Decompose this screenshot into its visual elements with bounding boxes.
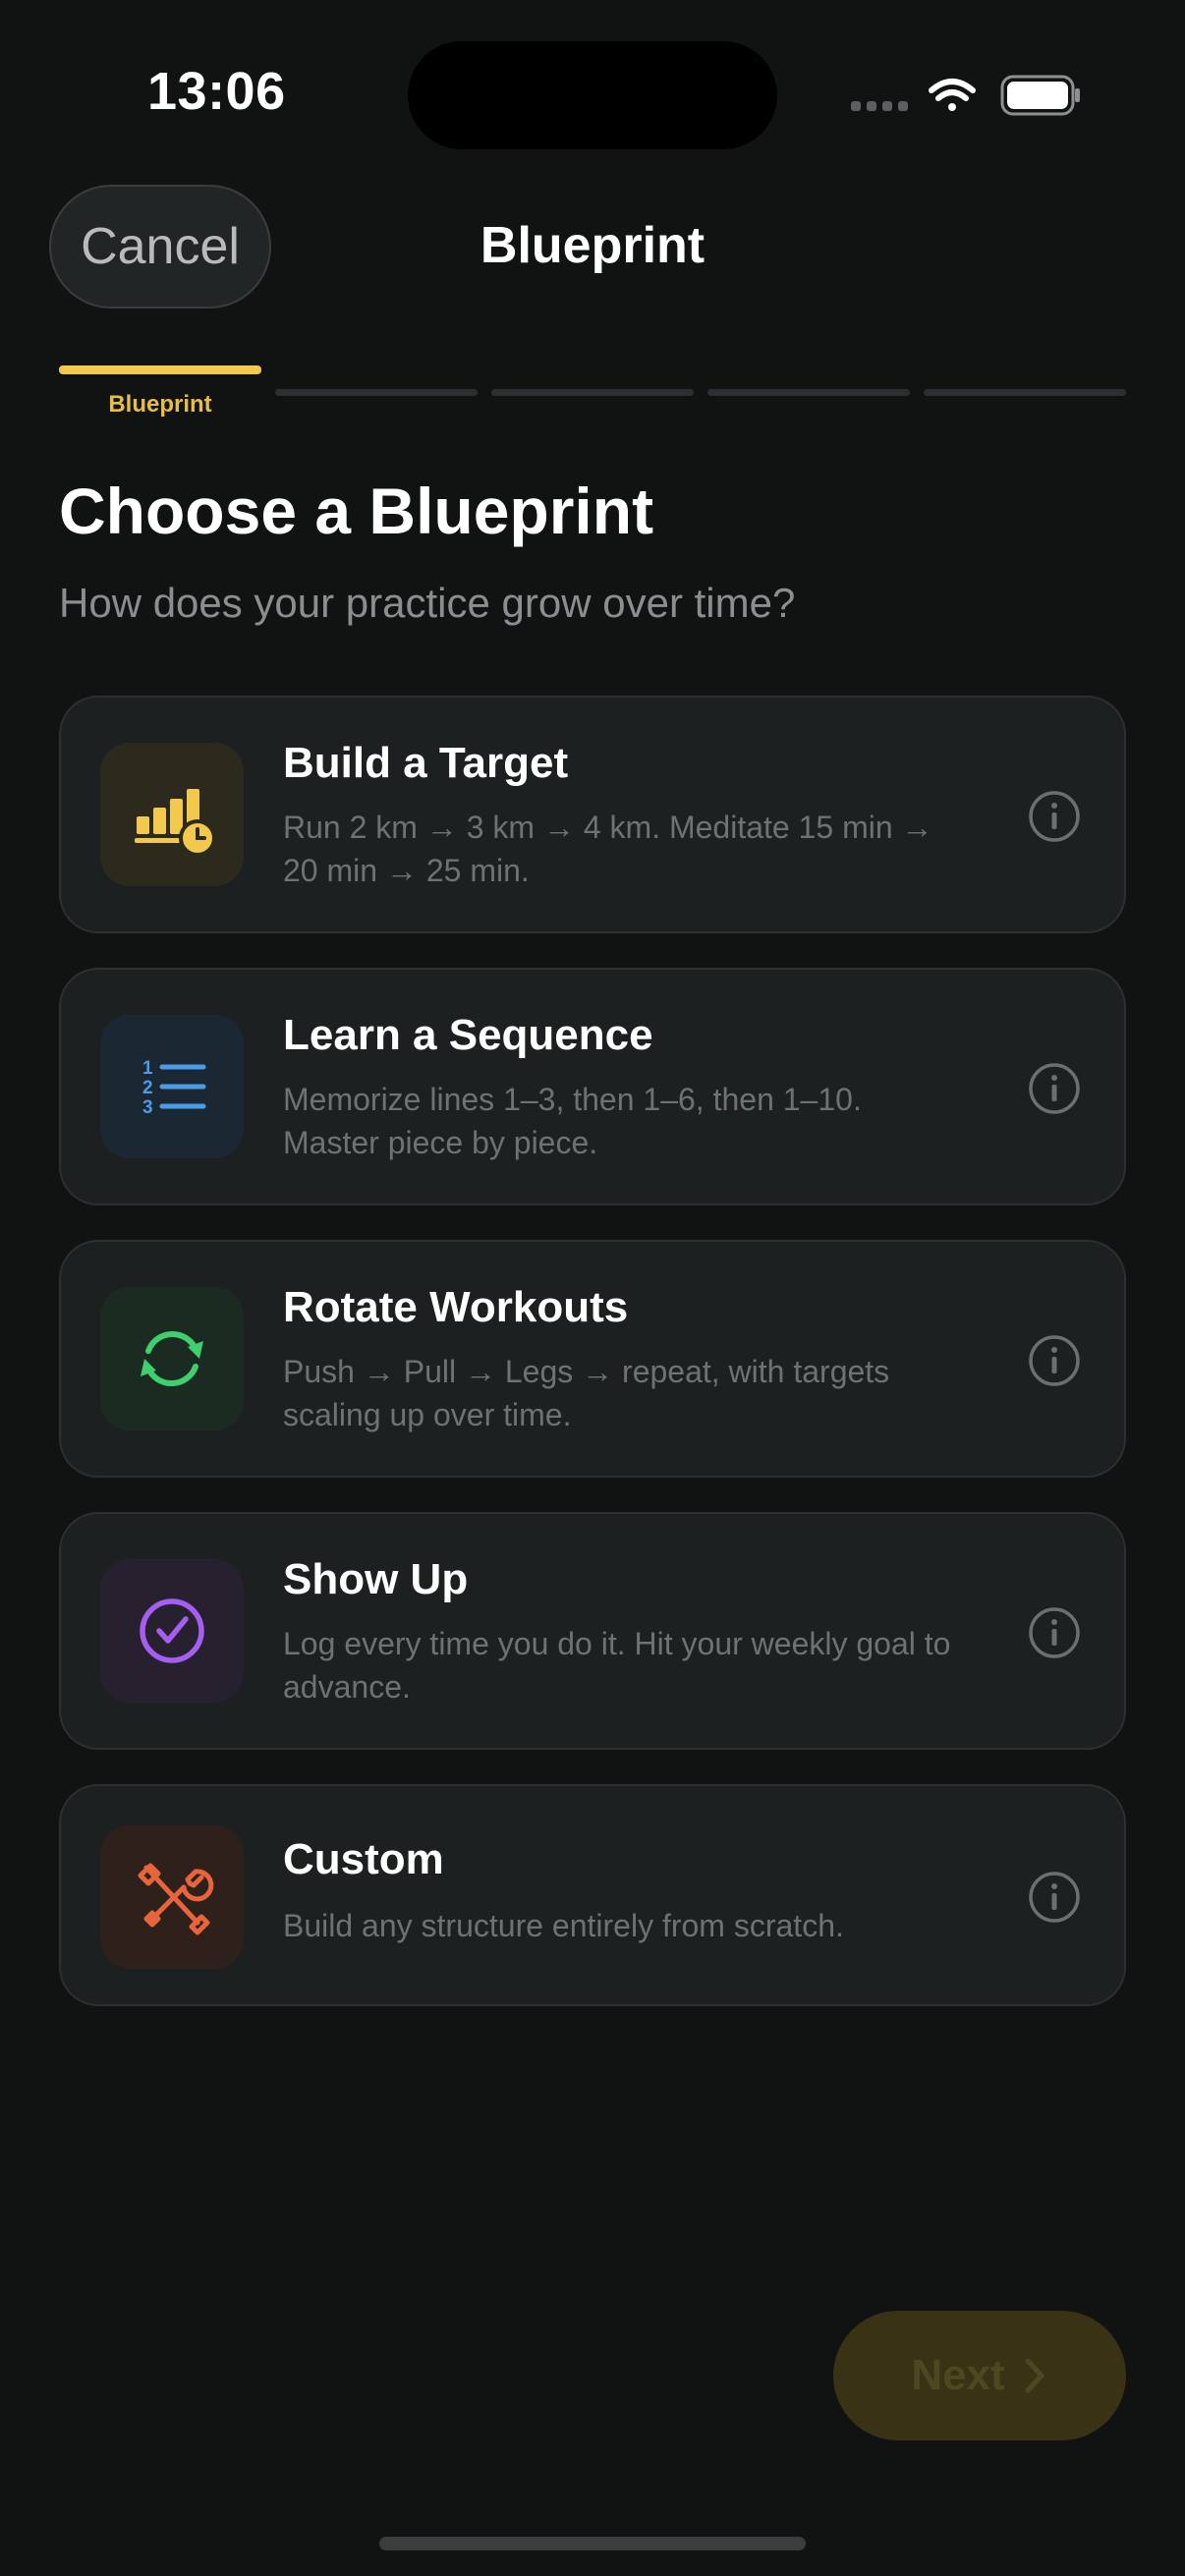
page-title: Blueprint bbox=[480, 217, 705, 274]
rotate-arrows-icon bbox=[100, 1287, 244, 1430]
next-label: Next bbox=[911, 2351, 1005, 2399]
progress-segment-3 bbox=[491, 389, 694, 396]
info-icon[interactable] bbox=[1028, 1334, 1081, 1387]
blueprint-option-build-target[interactable]: Build a Target Run 2 km → 3 km → 4 km. M… bbox=[59, 696, 1126, 933]
blueprint-option-rotate-workouts[interactable]: Rotate Workouts Push → Pull → Legs → rep… bbox=[59, 1240, 1126, 1478]
info-icon[interactable] bbox=[1028, 1062, 1081, 1115]
info-icon[interactable] bbox=[1028, 1871, 1081, 1924]
svg-text:1: 1 bbox=[142, 1058, 153, 1079]
progress-step-label: Blueprint bbox=[108, 391, 212, 418]
info-icon[interactable] bbox=[1028, 1606, 1081, 1659]
check-circle-icon bbox=[100, 1559, 244, 1703]
progress-segment-2 bbox=[275, 389, 478, 396]
progress-segment-5 bbox=[924, 389, 1126, 396]
bar-chart-clock-icon bbox=[100, 743, 244, 886]
blueprint-option-custom[interactable]: Custom Build any structure entirely from… bbox=[59, 1784, 1126, 2006]
signal-icon bbox=[851, 101, 908, 111]
info-icon[interactable] bbox=[1028, 790, 1081, 843]
option-title: Learn a Sequence bbox=[283, 1011, 653, 1059]
battery-icon bbox=[1000, 75, 1080, 116]
next-button[interactable]: Next bbox=[833, 2311, 1126, 2440]
wifi-icon bbox=[929, 79, 976, 111]
option-title: Custom bbox=[283, 1835, 444, 1883]
progress-segment-1 bbox=[59, 365, 261, 374]
option-description: Run 2 km → 3 km → 4 km. Meditate 15 min … bbox=[283, 810, 933, 888]
option-description: Memorize lines 1–3, then 1–6, then 1–10.… bbox=[283, 1082, 862, 1160]
blueprint-option-show-up[interactable]: Show Up Log every time you do it. Hit yo… bbox=[59, 1512, 1126, 1750]
option-description: Log every time you do it. Hit your weekl… bbox=[283, 1626, 951, 1705]
status-time: 13:06 bbox=[147, 62, 286, 121]
section-subheading: How does your practice grow over time? bbox=[59, 580, 796, 626]
option-description: Push → Pull → Legs → repeat, with target… bbox=[283, 1354, 890, 1432]
section-heading: Choose a Blueprint bbox=[59, 475, 654, 547]
blueprint-option-learn-sequence[interactable]: 1 2 3 Learn a Sequence Memorize lines 1–… bbox=[59, 968, 1126, 1205]
status-icons bbox=[847, 71, 1083, 120]
dynamic-island bbox=[408, 41, 777, 149]
numbered-list-icon: 1 2 3 bbox=[100, 1015, 244, 1158]
chevron-right-icon bbox=[1025, 2358, 1044, 2393]
progress-segment-4 bbox=[707, 389, 910, 396]
option-title: Rotate Workouts bbox=[283, 1283, 629, 1331]
svg-text:3: 3 bbox=[142, 1097, 153, 1118]
tools-icon bbox=[100, 1825, 244, 1969]
option-title: Build a Target bbox=[283, 739, 569, 787]
svg-text:2: 2 bbox=[142, 1078, 153, 1098]
home-indicator bbox=[379, 2537, 806, 2550]
option-title: Show Up bbox=[283, 1555, 469, 1603]
option-description: Build any structure entirely from scratc… bbox=[283, 1908, 844, 1943]
